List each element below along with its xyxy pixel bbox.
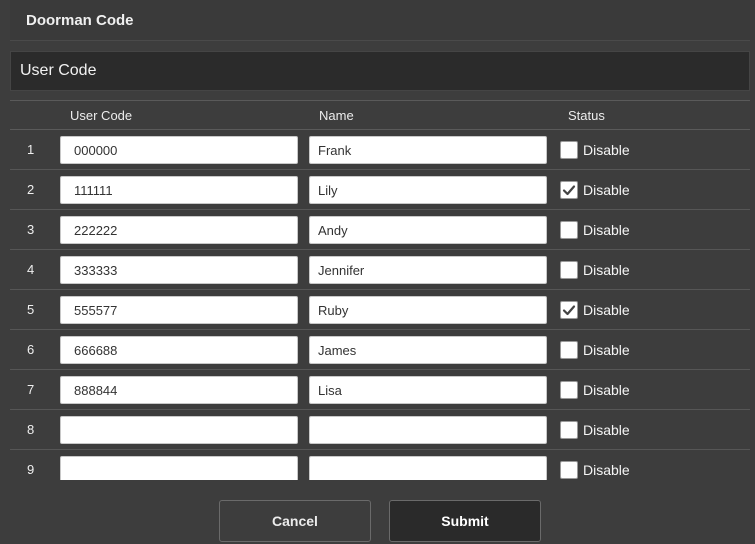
disable-checkbox[interactable] [560, 181, 578, 199]
user-code-input[interactable] [60, 456, 298, 480]
disable-checkbox[interactable] [560, 461, 578, 479]
user-code-input[interactable] [60, 176, 298, 204]
user-code-table: User Code Name Status 1 Disable 2 Disable 3 D… [10, 100, 750, 480]
name-input[interactable] [309, 136, 547, 164]
cancel-button[interactable]: Cancel [219, 500, 371, 542]
row-index: 8 [27, 422, 35, 437]
user-code-input[interactable] [60, 296, 298, 324]
window-title: Doorman Code [10, 0, 750, 41]
table-row: 6 Disable [10, 330, 750, 370]
disable-checkbox[interactable] [560, 421, 578, 439]
disable-label: Disable [583, 462, 630, 478]
disable-checkbox[interactable] [560, 341, 578, 359]
table-header: User Code Name Status [10, 100, 750, 130]
disable-label: Disable [583, 302, 630, 318]
header-name: Name [319, 108, 354, 123]
user-code-input[interactable] [60, 216, 298, 244]
table-row: 2 Disable [10, 170, 750, 210]
name-input[interactable] [309, 376, 547, 404]
section-title: User Code [10, 51, 750, 91]
disable-checkbox[interactable] [560, 381, 578, 399]
name-input[interactable] [309, 176, 547, 204]
disable-checkbox[interactable] [560, 261, 578, 279]
row-index: 2 [27, 182, 35, 197]
user-code-input[interactable] [60, 256, 298, 284]
name-input[interactable] [309, 336, 547, 364]
table-row: 3 Disable [10, 210, 750, 250]
table-row: 8 Disable [10, 410, 750, 450]
row-index: 9 [27, 462, 35, 477]
disable-label: Disable [583, 342, 630, 358]
name-input[interactable] [309, 216, 547, 244]
checkmark-icon [562, 305, 576, 316]
user-code-input[interactable] [60, 376, 298, 404]
disable-label: Disable [583, 382, 630, 398]
user-code-input[interactable] [60, 136, 298, 164]
user-code-input[interactable] [60, 416, 298, 444]
row-index: 1 [27, 142, 35, 157]
disable-label: Disable [583, 262, 630, 278]
disable-label: Disable [583, 142, 630, 158]
row-index: 4 [27, 262, 35, 277]
disable-label: Disable [583, 182, 630, 198]
name-input[interactable] [309, 456, 547, 480]
checkmark-icon [562, 185, 576, 196]
disable-label: Disable [583, 222, 630, 238]
row-index: 3 [27, 222, 35, 237]
row-index: 7 [27, 382, 35, 397]
name-input[interactable] [309, 256, 547, 284]
disable-checkbox[interactable] [560, 301, 578, 319]
row-index: 6 [27, 342, 35, 357]
disable-label: Disable [583, 422, 630, 438]
submit-button[interactable]: Submit [389, 500, 541, 542]
table-row: 5 Disable [10, 290, 750, 330]
user-code-input[interactable] [60, 336, 298, 364]
name-input[interactable] [309, 416, 547, 444]
header-status: Status [568, 108, 605, 123]
name-input[interactable] [309, 296, 547, 324]
table-row: 9 Disable [10, 450, 750, 480]
table-row: 1 Disable [10, 130, 750, 170]
header-user-code: User Code [70, 108, 133, 123]
disable-checkbox[interactable] [560, 141, 578, 159]
disable-checkbox[interactable] [560, 221, 578, 239]
row-index: 5 [27, 302, 35, 317]
table-row: 7 Disable [10, 370, 750, 410]
table-row: 4 Disable [10, 250, 750, 290]
